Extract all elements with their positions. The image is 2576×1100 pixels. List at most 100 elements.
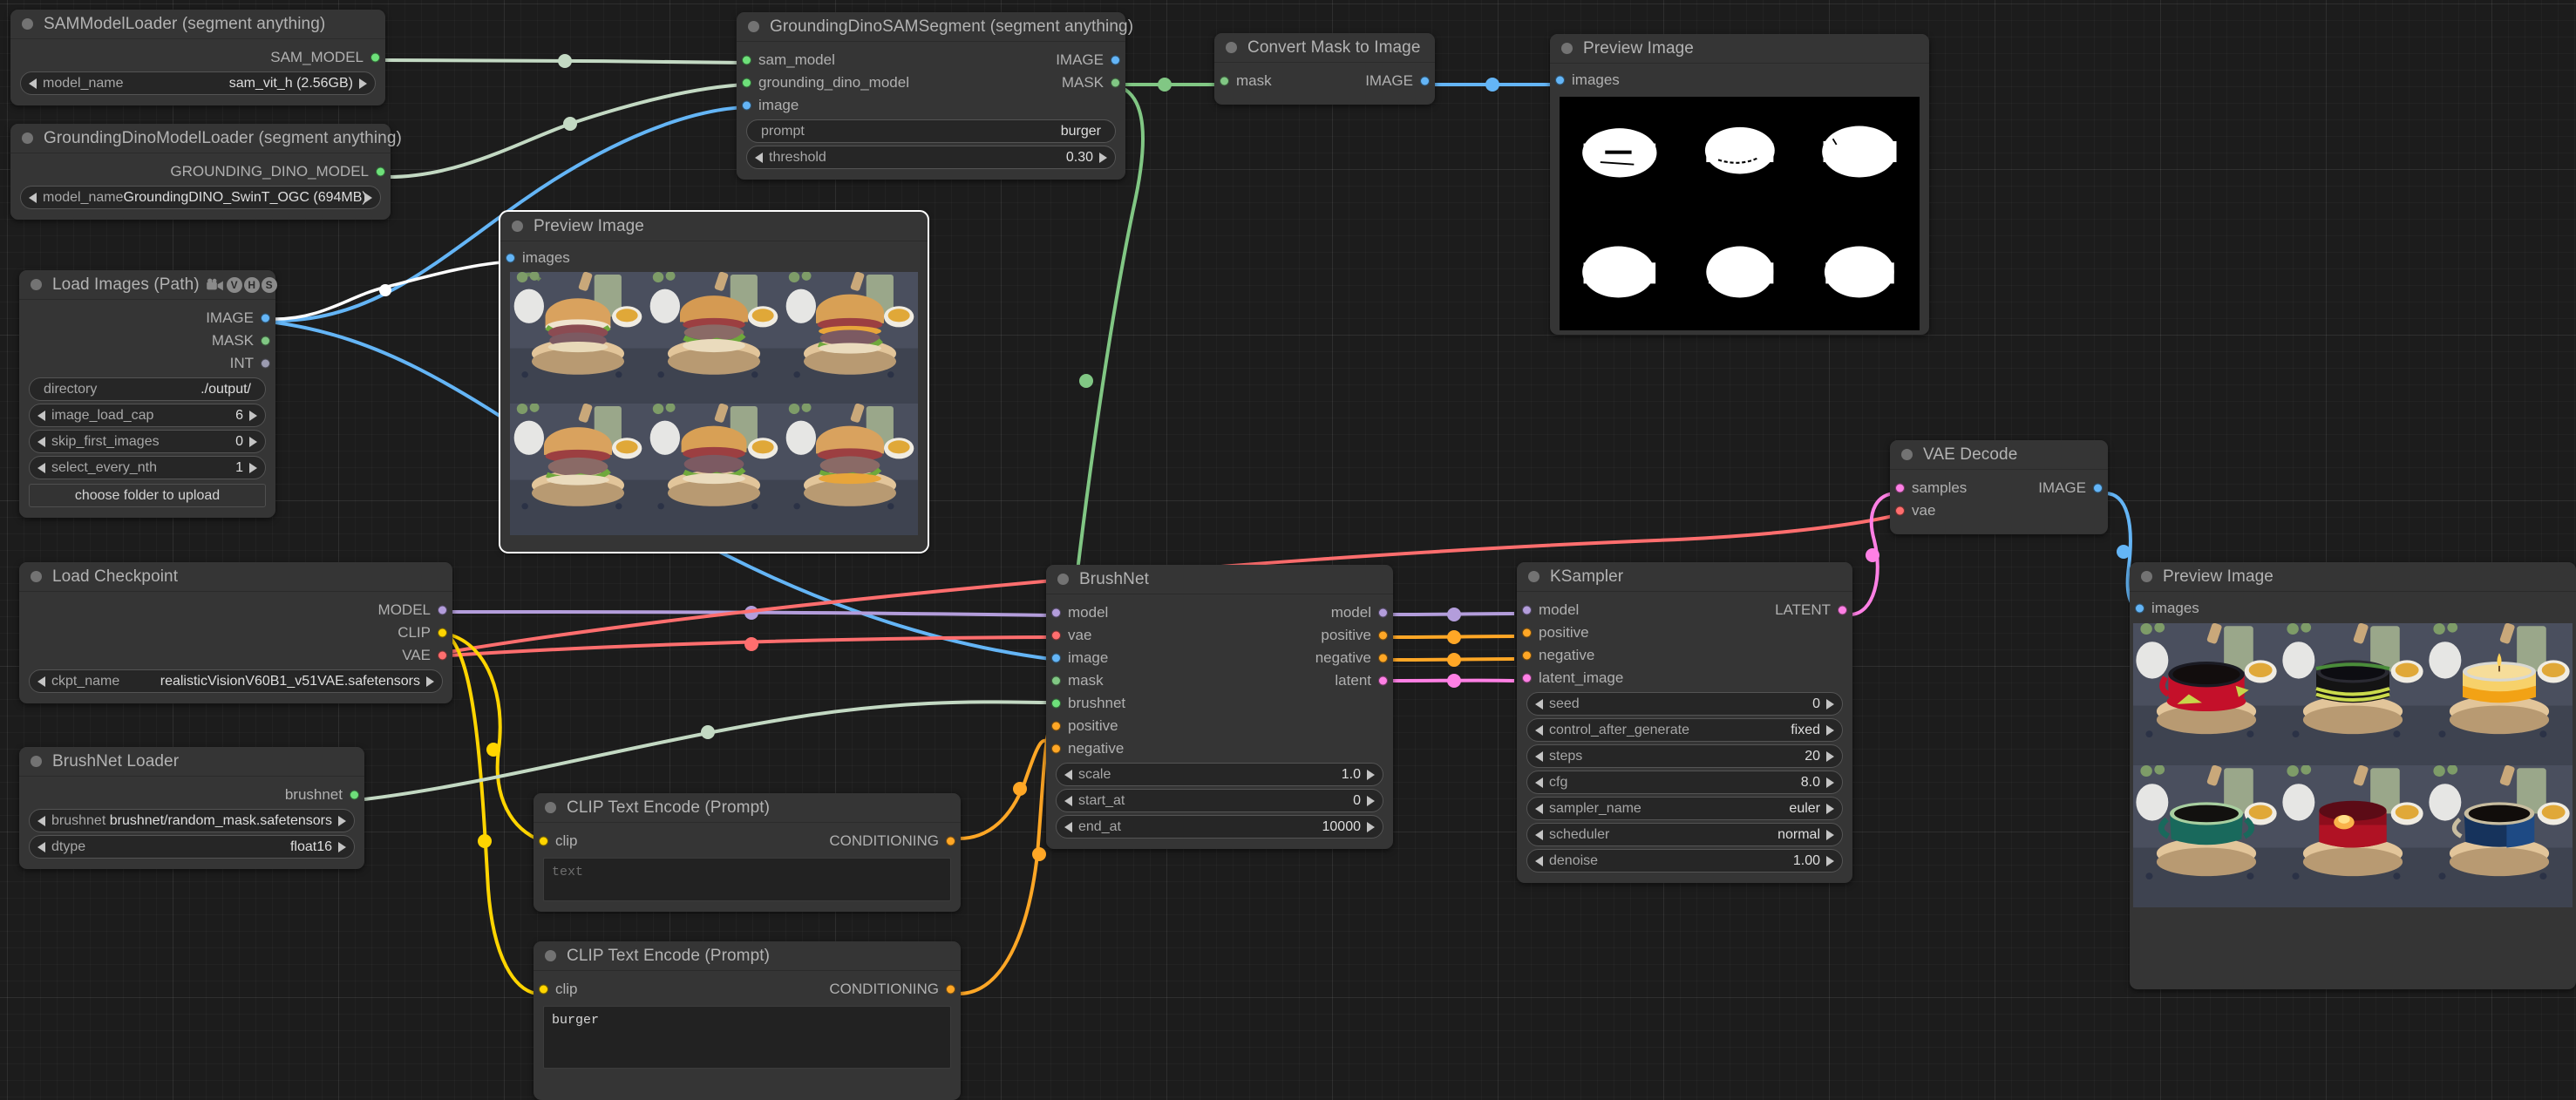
output-slot-vae[interactable]: VAE <box>19 644 452 667</box>
preview-image-cell[interactable] <box>782 404 918 535</box>
increment-arrow-icon[interactable] <box>1367 795 1375 806</box>
output-dot-image[interactable] <box>2093 483 2103 493</box>
decrement-arrow-icon[interactable] <box>37 462 45 473</box>
collapse-dot-icon[interactable] <box>1561 43 1573 54</box>
increment-arrow-icon[interactable] <box>1826 855 1834 866</box>
preview-image-cell[interactable] <box>646 404 782 535</box>
preview-image-cell[interactable] <box>1799 214 1920 330</box>
collapse-dot-icon[interactable] <box>22 18 33 30</box>
collapse-dot-icon[interactable] <box>1057 574 1069 585</box>
increment-arrow-icon[interactable] <box>1826 724 1834 736</box>
input-dot-images[interactable] <box>2135 603 2144 614</box>
increment-arrow-icon[interactable] <box>249 436 257 447</box>
widget-cfg[interactable]: cfg 8.0 <box>1526 771 1843 794</box>
decrement-arrow-icon[interactable] <box>755 152 763 163</box>
widget-model-name[interactable]: model_name GroundingDINO_SwinT_OGC (694M… <box>20 186 381 209</box>
node-title-bar[interactable]: BrushNet <box>1046 565 1393 594</box>
increment-arrow-icon[interactable] <box>338 815 346 826</box>
increment-arrow-icon[interactable] <box>426 676 434 687</box>
widget-prompt[interactable]: prompt burger <box>746 119 1116 143</box>
output-dot-sam-model[interactable] <box>370 52 380 63</box>
node-grounding-dino-model-loader[interactable]: GroundingDinoModelLoader (segment anythi… <box>10 124 402 220</box>
input-slot-brushnet[interactable]: brushnet <box>1046 692 1393 715</box>
input-dot-samples[interactable] <box>1895 483 1905 493</box>
output-dot-conditioning[interactable] <box>946 984 955 995</box>
input-slot-vae[interactable]: vae <box>1890 499 2108 522</box>
input-slot-negative[interactable]: negative <box>1046 737 1393 760</box>
widget-dtype[interactable]: dtype float16 <box>29 835 355 859</box>
input-slot-images[interactable]: images <box>500 247 928 269</box>
input-dot-images[interactable] <box>506 253 515 263</box>
increment-arrow-icon[interactable] <box>1367 821 1375 832</box>
output-slot-image[interactable]: IMAGE <box>19 307 275 329</box>
node-title-bar[interactable]: VAE Decode <box>1890 440 2108 470</box>
decrement-arrow-icon[interactable] <box>1064 795 1072 806</box>
increment-arrow-icon[interactable] <box>249 462 257 473</box>
output-dot-clip[interactable] <box>438 628 447 638</box>
input-dot-negative[interactable] <box>1051 744 1061 754</box>
node-title-bar[interactable]: CLIP Text Encode (Prompt) <box>534 793 961 823</box>
input-dot-negative[interactable] <box>1522 650 1532 661</box>
decrement-arrow-icon[interactable] <box>1535 724 1543 736</box>
collapse-dot-icon[interactable] <box>748 21 759 32</box>
increment-arrow-icon[interactable] <box>359 78 367 89</box>
increment-arrow-icon[interactable] <box>1826 803 1834 814</box>
output-dot-image[interactable] <box>1111 55 1120 65</box>
choose-folder-button[interactable]: choose folder to upload <box>29 484 266 507</box>
output-dot-image[interactable] <box>1420 76 1430 86</box>
decrement-arrow-icon[interactable] <box>37 815 45 826</box>
node-brushnet-loader[interactable]: BrushNet Loader brushnet brushnet brushn… <box>19 747 364 869</box>
increment-arrow-icon[interactable] <box>364 192 372 203</box>
node-title-bar[interactable]: SAMModelLoader (segment anything) <box>10 10 385 39</box>
output-dot-model[interactable] <box>1378 608 1388 618</box>
node-clip-text-encode-negative[interactable]: CLIP Text Encode (Prompt) clip CONDITION… <box>534 793 961 912</box>
collapse-dot-icon[interactable] <box>545 802 556 813</box>
widget-denoise[interactable]: denoise 1.00 <box>1526 849 1843 873</box>
increment-arrow-icon[interactable] <box>338 841 346 852</box>
output-dot-negative[interactable] <box>1378 653 1388 663</box>
node-load-checkpoint[interactable]: Load Checkpoint MODEL CLIP VAE ckpt_name… <box>19 562 452 703</box>
input-dot-mask[interactable] <box>1220 76 1229 86</box>
node-ksampler[interactable]: KSampler model LATENT positive negative … <box>1517 562 1852 883</box>
preview-image-cell[interactable] <box>2280 623 2426 765</box>
preview-image-cell[interactable] <box>782 272 918 404</box>
output-dot-grounding-dino-model[interactable] <box>376 166 385 177</box>
output-slot-clip[interactable]: CLIP <box>19 621 452 644</box>
node-preview-image-masks[interactable]: Preview Image images <box>1550 34 1929 335</box>
input-slot-images[interactable]: images <box>1550 69 1929 92</box>
output-slot-int[interactable]: INT <box>19 352 275 375</box>
decrement-arrow-icon[interactable] <box>37 436 45 447</box>
output-slot-sam-model[interactable]: SAM_MODEL <box>10 46 385 69</box>
node-title-bar[interactable]: Load Images (Path) V H S <box>19 270 277 300</box>
widget-start-at[interactable]: start_at 0 <box>1056 789 1383 812</box>
collapse-dot-icon[interactable] <box>22 132 33 144</box>
preview-image-cell[interactable] <box>2133 765 2280 907</box>
node-clip-text-encode-positive[interactable]: CLIP Text Encode (Prompt) clip CONDITION… <box>534 941 961 1100</box>
node-title-bar[interactable]: Load Checkpoint <box>19 562 452 592</box>
increment-arrow-icon[interactable] <box>249 410 257 421</box>
decrement-arrow-icon[interactable] <box>37 676 45 687</box>
node-title-bar[interactable]: GroundingDinoModelLoader (segment anythi… <box>10 124 402 153</box>
prompt-textarea-negative[interactable]: text <box>543 858 951 901</box>
output-dot-image[interactable] <box>261 313 270 323</box>
decrement-arrow-icon[interactable] <box>37 841 45 852</box>
preview-image-cell[interactable] <box>2426 623 2573 765</box>
input-slot-image[interactable]: image <box>737 94 1125 117</box>
widget-steps[interactable]: steps 20 <box>1526 744 1843 768</box>
output-slot-brushnet[interactable]: brushnet <box>19 784 364 806</box>
node-title-bar[interactable]: Preview Image <box>1550 34 1929 64</box>
decrement-arrow-icon[interactable] <box>1064 769 1072 780</box>
input-slot-negative[interactable]: negative <box>1517 644 1852 667</box>
input-dot-clip[interactable] <box>539 984 548 995</box>
widget-skip-first-images[interactable]: skip_first_images 0 <box>29 430 266 453</box>
node-title-bar[interactable]: GroundingDinoSAMSegment (segment anythin… <box>737 12 1133 42</box>
collapse-dot-icon[interactable] <box>1901 449 1913 460</box>
image-preview-grid[interactable] <box>2133 623 2573 907</box>
output-dot-mask[interactable] <box>261 336 270 346</box>
input-dot-sam-model[interactable] <box>742 55 751 65</box>
widget-control-after-generate[interactable]: control_after_generate fixed <box>1526 718 1843 742</box>
input-dot-model[interactable] <box>1051 608 1061 618</box>
node-title-bar[interactable]: KSampler <box>1517 562 1852 592</box>
increment-arrow-icon[interactable] <box>1367 769 1375 780</box>
graph-canvas[interactable]: SAMModelLoader (segment anything) SAM_MO… <box>0 0 2576 1100</box>
